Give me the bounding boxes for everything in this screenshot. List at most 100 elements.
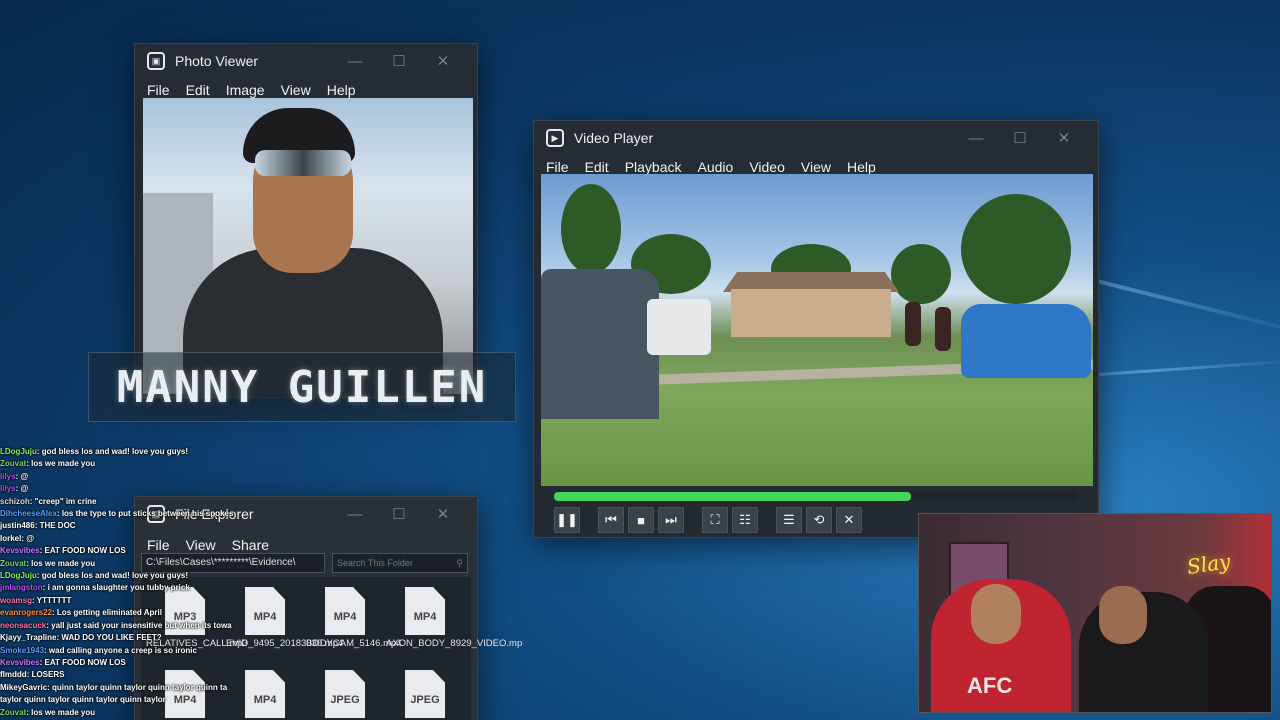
chat-text: los we made you [31,459,96,469]
photo-sunglasses [255,150,351,176]
chat-text: @ [20,484,29,494]
file-item[interactable]: MP4 AXON_BODY_8929_VIDEO.mp [385,587,522,656]
maximize-button[interactable]: ☐ [377,505,421,523]
chat-message: woamsg: YTTTTTT [0,595,240,607]
search-input[interactable]: Search This Folder ⚲ [332,553,468,573]
stop-icon[interactable]: ■ [628,507,654,533]
chat-username[interactable]: Zouvat [0,708,26,717]
minimize-button[interactable]: — [954,130,998,147]
chat-text: YTTTTTT [36,595,72,605]
chat-text: LOSERS [31,670,65,680]
maximize-button[interactable]: ☐ [377,52,421,70]
chat-username[interactable]: LDogJuju [0,571,37,580]
chat-text: quinn taylor quinn taylor quinn taylor q… [52,682,228,692]
skip-forward-icon[interactable]: ⏭ [658,507,684,533]
close-button[interactable]: ✕ [421,52,465,70]
window-title: Video Player [574,130,654,146]
chat-username[interactable]: MikeyGavric [0,683,47,692]
chat-username[interactable]: lilys [0,484,16,493]
loop-icon[interactable]: ⟲ [806,507,832,533]
chat-username[interactable]: Zouvat [0,459,26,468]
name-plate-text: MANNY GUILLEN [116,361,488,413]
menu-playback[interactable]: Playback [625,159,682,175]
video-frame[interactable] [541,174,1093,486]
chat-text: WAD DO YOU LIKE FEET? [61,633,162,643]
skip-back-icon[interactable]: ⏮ [598,507,624,533]
video-progress-bar[interactable] [554,492,1079,501]
chat-username[interactable]: neonsacuck [0,621,46,630]
video-suv [961,304,1091,378]
chat-username[interactable]: Smoke1943 [0,646,44,655]
file-icon: MP4 [245,587,285,635]
file-item[interactable]: JPEG [385,670,465,720]
chat-username[interactable]: justin486 [0,521,35,530]
menu-view[interactable]: View [281,82,311,98]
close-button[interactable]: ✕ [1042,129,1086,147]
menu-file[interactable]: File [147,82,170,98]
menu-video[interactable]: Video [749,159,785,175]
chat-text: wad calling anyone a creep is so ironic [48,645,197,655]
chat-message: neonsacuck: yall just said your insensit… [0,620,240,632]
chat-username[interactable]: woamsg [0,596,32,605]
fullscreen-icon[interactable]: ⛶ [702,507,728,533]
pause-icon[interactable]: ❚❚ [554,507,580,533]
chat-message: Kevsvibes: EAT FOOD NOW LOS [0,657,240,669]
file-item[interactable]: JPEG [305,670,385,720]
photo-viewer-window: ▣ Photo Viewer — ☐ ✕ File Edit Image Vie… [134,43,478,398]
chat-username[interactable]: flmddd [0,670,27,679]
webcam-person-right [1079,586,1209,712]
chat-username[interactable]: LDogJuju [0,447,37,456]
equalizer-icon[interactable]: ☷ [732,507,758,533]
webcam-face [971,584,1021,644]
neon-sign: Slay [1185,549,1232,579]
video-tree [891,244,951,304]
menu-edit[interactable]: Edit [585,159,609,175]
chat-username[interactable]: Kevsvibes [0,546,40,555]
search-icon: ⚲ [456,558,463,568]
chat-text: @ [20,471,29,481]
chat-username[interactable]: DihcheeseAlex [0,509,57,518]
chat-username[interactable]: schizoh [0,497,30,506]
chat-message: DihcheeseAlex: los the type to put stick… [0,508,240,520]
chat-username[interactable]: lorkel [0,534,21,543]
video-person [935,307,951,351]
maximize-button[interactable]: ☐ [998,129,1042,147]
file-icon: JPEG [405,670,445,718]
minimize-button[interactable]: — [333,53,377,70]
chat-username[interactable]: Kevsvibes [0,658,40,667]
menu-view[interactable]: View [801,159,831,175]
close-button[interactable]: ✕ [421,505,465,523]
close-icon[interactable]: ✕ [836,507,862,533]
chat-username[interactable]: jmlangston [0,583,43,592]
photo-viewer-titlebar[interactable]: ▣ Photo Viewer — ☐ ✕ [135,44,477,78]
chat-message: flmddd: LOSERS [0,669,240,681]
video-progress-fill [554,492,911,501]
menu-help[interactable]: Help [847,159,876,175]
menu-file[interactable]: File [546,159,569,175]
chat-text: i am gonna slaughter you tubby prick [47,583,190,593]
chat-username[interactable]: evanrogers22 [0,608,52,617]
file-item[interactable]: MP4 BODYCAM_5146.mp4 [305,587,402,656]
playlist-icon[interactable]: ☰ [776,507,802,533]
chat-message: lorkel: @ [0,533,240,545]
minimize-button[interactable]: — [333,506,377,523]
chat-text: "creep" im crine [34,496,97,506]
webcam-face [1099,586,1147,644]
menu-help[interactable]: Help [327,82,356,98]
menu-image[interactable]: Image [226,82,265,98]
webcam-person-left: AFC [931,579,1071,712]
menu-audio[interactable]: Audio [698,159,734,175]
video-player-titlebar[interactable]: ▶ Video Player — ☐ ✕ [534,121,1098,155]
chat-text: los we made you [31,707,96,717]
file-name: BODYCAM_5146.mp4 [306,638,402,649]
chat-username[interactable]: Kjayy_Trapline [0,633,56,642]
chat-text: EAT FOOD NOW LOS [44,546,126,556]
chat-message: taylor quinn taylor quinn taylor quinn t… [0,694,240,706]
chat-username[interactable]: Zouvat [0,559,26,568]
chat-text: god bless los and wad! love you guys! [41,571,189,581]
menu-edit[interactable]: Edit [186,82,210,98]
video-player-window: ▶ Video Player — ☐ ✕ File Edit Playback … [533,120,1099,538]
chat-username[interactable]: lilys [0,472,16,481]
chat-message: justin486: THE DOC [0,520,240,532]
chat-text: taylor quinn taylor quinn taylor quinn t… [0,695,166,705]
